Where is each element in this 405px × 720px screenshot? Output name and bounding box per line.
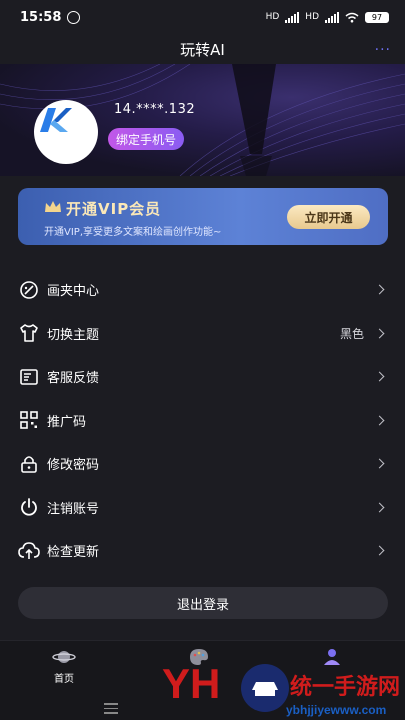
menu-item-check-update[interactable]: 检查更新 — [0, 529, 405, 573]
more-menu-button[interactable]: ··· — [375, 42, 391, 58]
menu-label: 注销账号 — [47, 501, 100, 517]
nav-home[interactable]: 首页 — [52, 647, 76, 685]
chevron-right-icon — [374, 545, 385, 556]
planet-icon — [52, 651, 76, 663]
menu-item-change-password[interactable]: 修改密码 — [0, 442, 405, 486]
title-bar: 玩转AI ··· — [0, 34, 405, 64]
nav-home-label: 首页 — [54, 674, 74, 685]
bind-phone-button[interactable]: 绑定手机号 — [108, 128, 185, 150]
feedback-icon — [18, 366, 40, 388]
vip-card[interactable]: 开通VIP会员 开通VIP,享受更多文案和绘画创作功能~ 立即开通 — [18, 188, 388, 245]
svg-text:统一手游网: 统一手游网 — [290, 674, 400, 700]
menu-label: 画夹中心 — [47, 284, 100, 300]
cloud-upload-icon — [18, 540, 40, 562]
chevron-right-icon — [374, 458, 385, 469]
page-title: 玩转AI — [180, 40, 225, 59]
signal-icon-2 — [325, 11, 339, 23]
menu-handle-icon — [104, 703, 118, 717]
status-time: 15:58 — [20, 9, 62, 25]
menu-item-theme[interactable]: 切换主题 黑色 — [0, 312, 405, 356]
menu-item-gallery[interactable]: 画夹中心 — [0, 268, 405, 312]
logout-button[interactable]: 退出登录 — [18, 587, 388, 619]
battery-icon: 97 — [365, 11, 389, 23]
menu-label: 客服反馈 — [47, 371, 100, 387]
alarm-icon — [67, 10, 81, 24]
palette-icon — [18, 279, 40, 301]
avatar[interactable] — [34, 100, 98, 164]
user-phone: 14.****.132 — [114, 102, 196, 117]
profile-banner: 14.****.132 绑定手机号 — [0, 64, 405, 176]
vip-subtitle: 开通VIP,享受更多文案和绘画创作功能~ — [44, 227, 222, 238]
app-screen: 15:58 HD HD 97 玩转AI ··· 14.****.132 绑定手机… — [0, 0, 405, 720]
network-label-2: HD — [305, 12, 319, 22]
svg-text:YH: YH — [162, 660, 220, 707]
menu-label: 推广码 — [47, 414, 87, 430]
menu-label: 检查更新 — [47, 545, 100, 561]
status-right: HD HD 97 — [265, 11, 389, 23]
menu-label: 切换主题 — [47, 327, 100, 343]
status-bar: 15:58 HD HD 97 — [0, 0, 405, 34]
chevron-right-icon — [374, 284, 385, 295]
status-left: 15:58 — [20, 9, 81, 25]
signal-icon — [285, 11, 300, 23]
watermark-logo: YH 统一手游网 ybhjjiyewww.com — [162, 660, 400, 717]
lock-icon — [18, 453, 40, 475]
tshirt-icon — [18, 322, 40, 344]
chevron-right-icon — [374, 415, 385, 426]
power-icon — [18, 496, 40, 518]
menu-label: 修改密码 — [47, 458, 100, 474]
wifi-icon — [345, 12, 359, 22]
vip-title: 开通VIP会员 — [66, 200, 162, 218]
open-vip-button[interactable]: 立即开通 — [287, 205, 370, 229]
settings-menu: 画夹中心 切换主题 黑色 客服反馈 推广码 修改密码 注销账号 检查更新 — [0, 268, 405, 573]
theme-value: 黑色 — [339, 326, 364, 341]
menu-item-delete-account[interactable]: 注销账号 — [0, 486, 405, 530]
crown-icon — [45, 201, 61, 212]
network-label: HD — [265, 12, 280, 22]
app-logo-icon — [40, 108, 72, 132]
menu-item-promo-code[interactable]: 推广码 — [0, 399, 405, 443]
chevron-right-icon — [374, 371, 385, 382]
qrcode-icon — [18, 409, 40, 431]
menu-item-feedback[interactable]: 客服反馈 — [0, 355, 405, 399]
chevron-right-icon — [374, 328, 385, 339]
chevron-right-icon — [374, 502, 385, 513]
svg-text:ybhjjiyewww.com: ybhjjiyewww.com — [286, 703, 386, 717]
